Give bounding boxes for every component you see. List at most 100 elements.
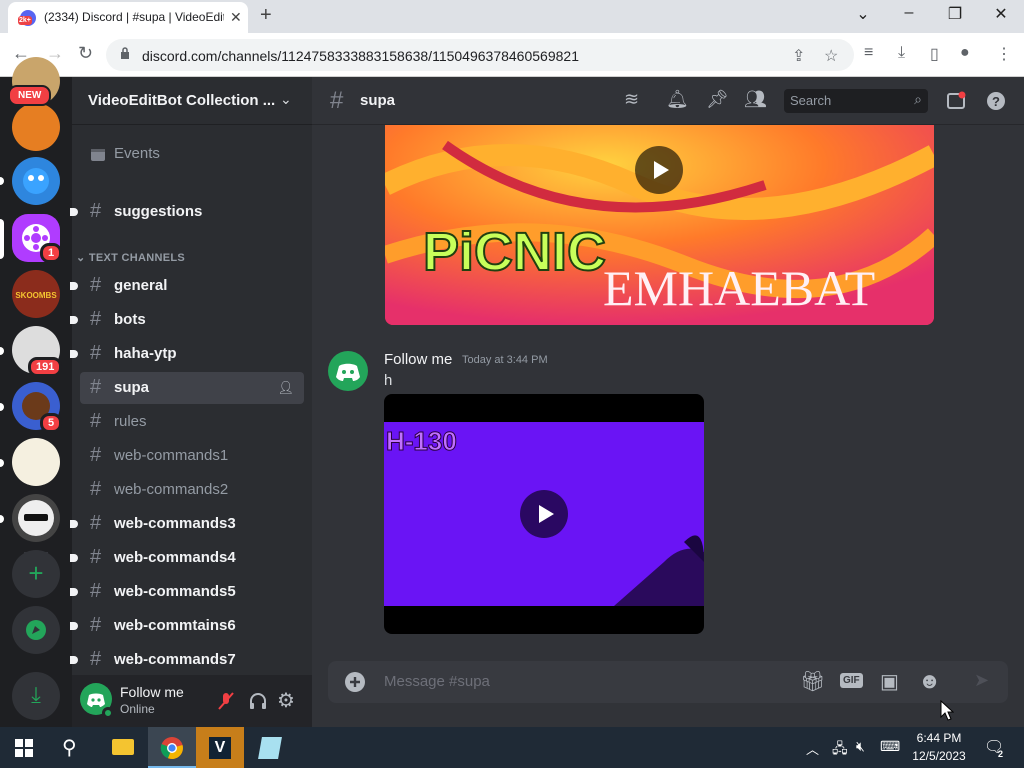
notepad-icon[interactable] bbox=[246, 727, 294, 768]
unread-pill bbox=[0, 403, 4, 411]
new-tab-button[interactable]: + bbox=[260, 4, 272, 27]
reload-button[interactable]: ↻ bbox=[78, 43, 93, 64]
avatar[interactable] bbox=[328, 351, 368, 391]
member-list-icon[interactable]: 👥︎ bbox=[744, 89, 767, 110]
keyboard-icon[interactable]: ⌨ bbox=[880, 738, 900, 755]
volume-muted-icon[interactable]: 🔇︎ bbox=[856, 738, 865, 755]
message-timestamp: Today at 3:44 PM bbox=[462, 354, 548, 366]
channel-item-web-commands2[interactable]: # web-commands2 bbox=[80, 474, 304, 506]
chrome-menu-icon[interactable]: ⋮ bbox=[996, 44, 1012, 64]
chat-header: # supa ≋ 🔔︎ 📌︎ 👥︎ Search ⌕ ? bbox=[312, 77, 1024, 125]
play-button[interactable] bbox=[635, 146, 683, 194]
profile-icon[interactable]: ● bbox=[960, 44, 970, 62]
channel-title: supa bbox=[360, 92, 396, 109]
close-window-button[interactable]: ✕ bbox=[986, 4, 1016, 24]
channel-item-web-commtains6[interactable]: # web-commtains6 bbox=[70, 610, 304, 642]
channel-item-bots[interactable]: # bots bbox=[70, 304, 304, 336]
restore-button[interactable]: ❐ bbox=[940, 4, 970, 24]
channel-item-haha-ytp[interactable]: # haha-ytp bbox=[70, 338, 304, 370]
send-icon[interactable]: ➤ bbox=[974, 670, 989, 691]
inbox-icon[interactable] bbox=[946, 91, 966, 111]
unread-pill bbox=[0, 347, 4, 355]
browser-tab[interactable]: 2k+ (2334) Discord | #supa | VideoEditBo… bbox=[8, 2, 248, 33]
windows-taskbar: ⚲ V ︿ 🖧︎ 🔇︎ ⌨ 6:44 PM 12/5/2023 🗨︎ 2 bbox=[0, 727, 1024, 768]
clock-time[interactable]: 6:44 PM bbox=[906, 731, 972, 745]
app-v-icon[interactable]: V bbox=[196, 727, 244, 768]
unread-indicator bbox=[70, 622, 78, 630]
category-text-channels[interactable]: ⌄ TEXT CHANNELS bbox=[76, 251, 185, 264]
channel-hash-icon: # bbox=[90, 648, 102, 670]
server-icon[interactable]: SKOOMBS bbox=[12, 270, 60, 318]
unread-pill bbox=[0, 459, 4, 467]
guild-header[interactable]: VideoEditBot Collection ... ⌄ bbox=[72, 77, 312, 125]
video-embed[interactable]: H-130 bbox=[384, 394, 704, 634]
headphones-icon[interactable] bbox=[248, 691, 268, 711]
address-bar[interactable]: discord.com/channels/1124758333883158638… bbox=[106, 39, 854, 71]
pinned-messages-icon[interactable]: 📌︎ bbox=[706, 89, 729, 110]
clock-date[interactable]: 12/5/2023 bbox=[906, 749, 972, 763]
category-label: TEXT CHANNELS bbox=[88, 252, 186, 264]
gift-icon[interactable]: 🎁︎ bbox=[800, 669, 825, 694]
network-icon[interactable]: 🖧︎ bbox=[832, 738, 848, 762]
channel-label: rules bbox=[114, 413, 147, 430]
message-author[interactable]: Follow me bbox=[384, 351, 452, 368]
channel-item-supa[interactable]: # supa 👤︎ bbox=[80, 372, 304, 404]
download-apps-icon[interactable]: ⤓ bbox=[12, 672, 60, 720]
sticker-icon[interactable]: ▣ bbox=[880, 669, 899, 694]
bookmark-star-icon[interactable]: ☆ bbox=[824, 46, 838, 66]
invite-icon[interactable]: 👤︎ bbox=[277, 380, 294, 396]
unread-pill bbox=[0, 177, 4, 185]
add-attachment-icon[interactable] bbox=[344, 671, 366, 693]
channel-item-web-commands7[interactable]: # web-commands7 bbox=[70, 644, 304, 676]
channel-label: general bbox=[114, 277, 168, 294]
notification-bell-icon[interactable]: 🔔︎ bbox=[666, 89, 689, 110]
video-embed[interactable]: PiCNIC EMHAEBAT bbox=[385, 125, 934, 325]
play-button[interactable] bbox=[520, 490, 568, 538]
channel-hash-icon: # bbox=[90, 308, 102, 330]
message-composer[interactable]: Message #supa 🎁︎ GIF ▣ ☻ ➤ bbox=[328, 661, 1008, 703]
add-server-icon[interactable]: + bbox=[12, 550, 60, 598]
chrome-taskbar-icon[interactable] bbox=[148, 727, 196, 768]
channel-item-general[interactable]: # general bbox=[70, 270, 304, 302]
channel-hash-icon: # bbox=[90, 200, 102, 222]
media-control-icon[interactable]: ≡ bbox=[864, 44, 873, 62]
browser-tabbar: 2k+ (2334) Discord | #supa | VideoEditBo… bbox=[0, 0, 1024, 33]
minimize-button[interactable]: – bbox=[894, 4, 924, 22]
channel-label: web-commands7 bbox=[114, 651, 236, 668]
channel-item-web-commands4[interactable]: # web-commands4 bbox=[70, 542, 304, 574]
channel-label: haha-ytp bbox=[114, 345, 177, 362]
channel-item-web-commands1[interactable]: # web-commands1 bbox=[80, 440, 304, 472]
channel-item-suggestions[interactable]: # suggestions bbox=[70, 196, 304, 228]
channel-label: web-commands3 bbox=[114, 515, 236, 532]
emoji-icon[interactable]: ☻ bbox=[918, 668, 941, 694]
tray-chevron-icon[interactable]: ︿ bbox=[806, 739, 819, 758]
events-item[interactable]: Events bbox=[80, 138, 304, 170]
search-icon: ⌕ bbox=[914, 91, 922, 107]
threads-icon[interactable]: ≋ bbox=[624, 89, 639, 110]
channel-item-web-commands5[interactable]: # web-commands5 bbox=[70, 576, 304, 608]
server-icon[interactable] bbox=[12, 157, 60, 205]
server-icon[interactable] bbox=[12, 438, 60, 486]
gif-icon[interactable]: GIF bbox=[840, 673, 863, 688]
file-explorer-icon[interactable] bbox=[98, 727, 146, 768]
channel-item-rules[interactable]: # rules bbox=[80, 406, 304, 438]
explore-servers-icon[interactable] bbox=[12, 606, 60, 654]
share-icon[interactable]: ⇪ bbox=[792, 46, 805, 66]
online-status-dot bbox=[102, 707, 114, 719]
windows-start-icon[interactable] bbox=[15, 739, 33, 757]
svg-text:?: ? bbox=[992, 94, 1000, 109]
tab-close-icon[interactable]: ✕ bbox=[230, 9, 242, 26]
tab-search-icon[interactable]: ⌄ bbox=[848, 4, 878, 24]
mic-muted-icon[interactable] bbox=[216, 691, 236, 711]
help-icon[interactable]: ? bbox=[986, 91, 1006, 111]
channel-hash-icon: # bbox=[90, 580, 102, 602]
settings-gear-icon[interactable]: ⚙ bbox=[277, 688, 295, 713]
server-icon[interactable] bbox=[12, 103, 60, 151]
unread-indicator bbox=[70, 208, 78, 216]
search-input[interactable]: Search ⌕ bbox=[784, 89, 928, 113]
server-icon[interactable] bbox=[12, 494, 60, 542]
download-icon[interactable]: ⤓ bbox=[898, 44, 905, 62]
side-panel-icon[interactable]: ▯ bbox=[930, 44, 939, 64]
channel-item-web-commands3[interactable]: # web-commands3 bbox=[70, 508, 304, 540]
search-taskbar-icon[interactable]: ⚲ bbox=[62, 735, 77, 760]
